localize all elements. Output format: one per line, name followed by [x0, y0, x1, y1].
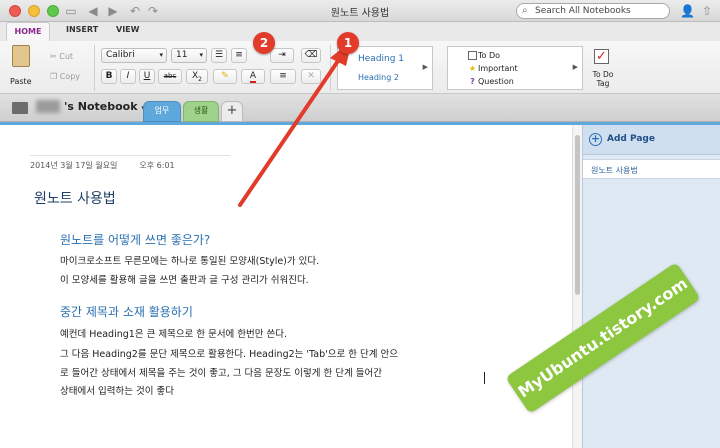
highlighter-icon: ✎: [221, 71, 229, 81]
text-cursor: [484, 372, 485, 384]
question-icon: ?: [470, 77, 475, 86]
page-time: 오후 6:01: [139, 161, 175, 170]
copy-button[interactable]: ❐ Copy: [50, 72, 80, 81]
paragraph-line[interactable]: 마이크로소프트 무른모에는 하나로 통일된 모양새(Style)가 있다.: [60, 253, 319, 267]
page-list-item[interactable]: 원노트 사용법: [583, 159, 720, 179]
numbering-button[interactable]: ≡: [231, 48, 247, 63]
ribbon-home: Paste ✂ Cut ❐ Copy Calibri ▾ 11 ▾ ☰ ≡ ⇥ ⌫ …: [0, 41, 720, 94]
tags-more-arrow[interactable]: ▶: [573, 63, 578, 71]
style-heading-1[interactable]: Heading 1: [358, 54, 404, 64]
section-tab-work[interactable]: 업무: [143, 101, 181, 122]
paragraph-line[interactable]: 상태에서 입력하는 것이 좋다: [60, 383, 174, 397]
cut-button[interactable]: ✂ Cut: [50, 52, 73, 61]
notebook-name: 's Notebook: [64, 100, 138, 113]
tag-question[interactable]: ? Question: [470, 77, 514, 86]
highlight-button[interactable]: ✎: [213, 69, 237, 84]
add-user-icon[interactable]: 👤: [680, 4, 695, 18]
add-page-button[interactable]: + Add Page: [583, 125, 720, 155]
scrollbar-thumb[interactable]: [575, 135, 580, 295]
separator: [330, 45, 331, 91]
bullets-button[interactable]: ☰: [211, 48, 227, 63]
paragraph-line[interactable]: 이 모양세를 활용해 글을 쓰면 출판과 글 구성 관리가 쉬워진다.: [60, 272, 309, 286]
title-bar: ▭ ◀ ▶ ↶ ↷ 원노트 사용법 ⌕ 👤 ⇧: [0, 0, 720, 22]
tag-todo-label: To Do: [478, 51, 501, 60]
chevron-down-icon: ▾: [159, 51, 163, 59]
paste-button[interactable]: Paste: [8, 43, 38, 91]
tags-gallery: To Do ★ Important ? Question ▶: [447, 46, 583, 90]
search-input[interactable]: [535, 5, 665, 17]
font-name-value: Calibri: [106, 50, 135, 60]
styles-more-arrow[interactable]: ▶: [423, 63, 428, 71]
font-color-button[interactable]: A: [241, 69, 265, 84]
delete-button[interactable]: ✕: [301, 69, 321, 84]
font-size-select[interactable]: 11 ▾: [171, 48, 207, 63]
font-name-select[interactable]: Calibri ▾: [101, 48, 167, 63]
clipboard-icon: [12, 45, 30, 67]
eraser-icon: ⌫: [304, 50, 318, 60]
search-icon: ⌕: [522, 5, 528, 16]
todo-tag-label: To Do Tag: [592, 70, 614, 88]
annotation-badge-1: 1: [337, 32, 359, 54]
checkbox-icon: [468, 51, 477, 60]
page-canvas[interactable]: [0, 125, 572, 448]
tag-question-label: Question: [478, 77, 514, 86]
ribbon-tabs: HOME INSERT VIEW: [0, 22, 720, 41]
annotation-badge-2: 2: [253, 32, 275, 54]
section-tab-life[interactable]: 생활: [183, 101, 219, 122]
title-underline: [30, 155, 230, 156]
share-icon[interactable]: ⇧: [700, 4, 714, 18]
strikethrough-button[interactable]: abc: [158, 69, 182, 84]
todo-checkbox-icon: ✓: [594, 49, 609, 64]
close-icon: ✕: [307, 71, 315, 81]
chevron-down-icon: ▾: [199, 51, 203, 59]
tab-insert[interactable]: INSERT: [66, 25, 98, 34]
page-title[interactable]: 원노트 사용법: [34, 188, 116, 208]
notebook-bar: 's Notebook ▾ 업무 생활 +: [0, 94, 720, 122]
add-page-label: Add Page: [607, 134, 655, 144]
page-scrollbar[interactable]: [572, 125, 582, 448]
subscript-button[interactable]: X2: [186, 69, 208, 84]
align-left-icon: ≡: [279, 71, 287, 81]
copy-icon: ❐: [50, 72, 58, 81]
plus-circle-icon: +: [589, 132, 602, 146]
tab-home[interactable]: HOME: [6, 22, 50, 41]
notebooks-icon[interactable]: [12, 102, 28, 114]
italic-button[interactable]: I: [120, 69, 136, 84]
separator: [94, 45, 95, 91]
search-box[interactable]: ⌕: [516, 3, 670, 19]
todo-tag-button[interactable]: ✓ To Do Tag: [588, 45, 616, 91]
page-date-time: 2014년 3월 17일 월요일 오후 6:01: [30, 160, 175, 171]
indent-icon: ⇥: [278, 50, 286, 60]
tab-view[interactable]: VIEW: [116, 25, 139, 34]
font-color-icon: A: [249, 71, 257, 83]
clear-format-button[interactable]: ⌫: [301, 48, 321, 63]
tag-important-label: Important: [478, 64, 518, 73]
tag-important[interactable]: ★ Important: [469, 64, 518, 73]
heading-2[interactable]: 중간 제목과 소재 활용하기: [60, 303, 193, 320]
underline-button[interactable]: U: [139, 69, 155, 84]
page-date: 2014년 3월 17일 월요일: [30, 161, 118, 170]
cut-label: Cut: [59, 52, 74, 61]
scissors-icon: ✂: [50, 52, 57, 61]
bold-button[interactable]: B: [101, 69, 117, 84]
star-icon: ★: [468, 64, 477, 73]
numbered-list-icon: ≡: [235, 50, 243, 60]
align-button[interactable]: ≡: [270, 69, 296, 84]
copy-label: Copy: [59, 72, 81, 81]
paragraph-line[interactable]: 예컨데 Heading1은 큰 제목으로 한 문서에 한번만 쓴다.: [60, 326, 287, 340]
style-heading-2[interactable]: Heading 2: [358, 73, 399, 82]
font-size-value: 11: [176, 50, 188, 60]
paragraph-line[interactable]: 로 들어간 상태에서 제목을 주는 것이 좋고, 그 다음 문장도 이렇게 한 …: [60, 365, 382, 379]
heading-1[interactable]: 원노트를 어떻게 쓰면 좋은가?: [60, 231, 210, 248]
bullet-list-icon: ☰: [214, 50, 224, 60]
add-section-button[interactable]: +: [221, 101, 243, 122]
indent-button[interactable]: ⇥: [270, 48, 294, 63]
tag-todo[interactable]: To Do: [468, 51, 501, 60]
notebook-selector[interactable]: 's Notebook ▾: [36, 100, 145, 113]
paste-label: Paste: [10, 77, 32, 86]
paragraph-line[interactable]: 그 다음 Heading2를 문단 제목으로 활용한다. Heading2는 '…: [60, 346, 398, 360]
